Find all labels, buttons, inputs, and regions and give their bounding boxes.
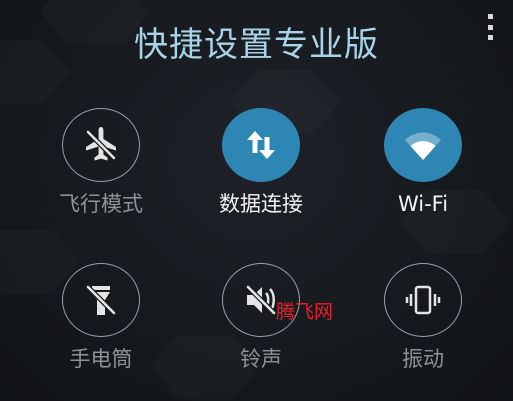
tile-airplane-mode[interactable]: 飞行模式 — [36, 108, 166, 218]
wifi-icon — [405, 132, 441, 160]
more-vert-icon[interactable] — [480, 14, 500, 40]
tile-wifi[interactable]: Wi-Fi — [358, 108, 488, 218]
tile-data-connection[interactable]: 数据连接 — [196, 108, 326, 218]
tile-airplane-mode-label: 飞行模式 — [59, 192, 143, 216]
tile-wifi-circle[interactable] — [384, 108, 462, 182]
tile-flashlight-label: 手电筒 — [69, 347, 133, 371]
quick-settings-screen: 快捷设置专业版 飞行模式 数据连接 Wi-Fi 手电筒 铃声 振动 腾飞网 — [0, 0, 513, 401]
tile-data-connection-label: 数据连接 — [219, 192, 303, 216]
page-title: 快捷设置专业版 — [134, 25, 379, 65]
tile-airplane-mode-circle[interactable] — [62, 108, 140, 182]
tile-vibrate-circle[interactable] — [384, 263, 462, 337]
flashlight-off-icon — [86, 285, 116, 315]
tile-wifi-label: Wi-Fi — [397, 192, 449, 216]
watermark-text: 腾飞网 — [276, 301, 334, 323]
tile-flashlight-circle[interactable] — [62, 263, 140, 337]
airplane-off-icon — [86, 127, 116, 161]
tile-vibrate[interactable]: 振动 — [358, 263, 488, 373]
data-transfer-icon — [247, 131, 275, 159]
tile-data-connection-circle[interactable] — [222, 108, 300, 182]
vibrate-icon — [405, 285, 441, 315]
tile-ringtone-label: 铃声 — [240, 347, 282, 371]
tile-vibrate-label: 振动 — [402, 347, 444, 371]
tile-flashlight[interactable]: 手电筒 — [36, 263, 166, 373]
